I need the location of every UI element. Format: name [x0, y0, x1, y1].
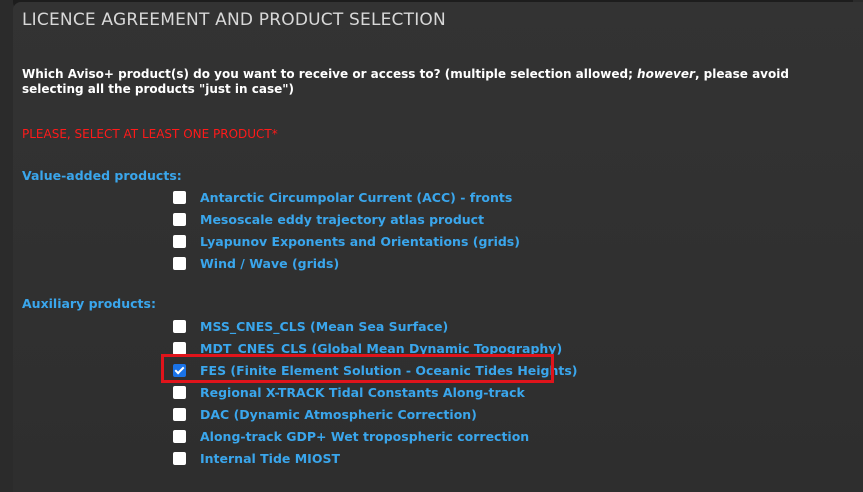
- checkbox[interactable]: [173, 234, 186, 248]
- checkbox[interactable]: [173, 407, 186, 421]
- option-wind-wave[interactable]: Wind / Wave (grids): [173, 254, 339, 272]
- question-emphasis: however: [637, 67, 695, 81]
- value-added-group-label: Value-added products:: [22, 168, 182, 183]
- auxiliary-group-label: Auxiliary products:: [22, 296, 156, 311]
- option-label[interactable]: Internal Tide MIOST: [200, 451, 340, 466]
- option-dac[interactable]: DAC (Dynamic Atmospheric Correction): [173, 405, 477, 423]
- option-label[interactable]: MSS_CNES_CLS (Mean Sea Surface): [200, 319, 448, 334]
- option-label[interactable]: Wind / Wave (grids): [200, 256, 339, 271]
- product-question: Which Aviso+ product(s) do you want to r…: [22, 67, 842, 97]
- checkbox[interactable]: [173, 341, 186, 355]
- checkbox[interactable]: [173, 319, 186, 333]
- option-label[interactable]: Regional X-TRACK Tidal Constants Along-t…: [200, 385, 525, 400]
- option-internal-tide-miost[interactable]: Internal Tide MIOST: [173, 449, 340, 467]
- option-label[interactable]: Mesoscale eddy trajectory atlas product: [200, 212, 484, 227]
- selection-warning: PLEASE, SELECT AT LEAST ONE PRODUCT*: [22, 127, 278, 141]
- option-label[interactable]: Antarctic Circumpolar Current (ACC) - fr…: [200, 190, 512, 205]
- option-label[interactable]: Lyapunov Exponents and Orientations (gri…: [200, 234, 520, 249]
- selection-highlight-box: [161, 354, 554, 383]
- option-eddy-trajectory-atlas[interactable]: Mesoscale eddy trajectory atlas product: [173, 210, 484, 228]
- checkbox[interactable]: [173, 429, 186, 443]
- option-acc-fronts[interactable]: Antarctic Circumpolar Current (ACC) - fr…: [173, 188, 512, 206]
- checkbox[interactable]: [173, 451, 186, 465]
- option-mss-cnes-cls[interactable]: MSS_CNES_CLS (Mean Sea Surface): [173, 317, 448, 335]
- option-regional-x-track[interactable]: Regional X-TRACK Tidal Constants Along-t…: [173, 383, 525, 401]
- option-lyapunov-exponents[interactable]: Lyapunov Exponents and Orientations (gri…: [173, 232, 520, 250]
- checkbox[interactable]: [173, 190, 186, 204]
- option-label[interactable]: Along-track GDP+ Wet tropospheric correc…: [200, 429, 529, 444]
- checkbox[interactable]: [173, 256, 186, 270]
- section-title: LICENCE AGREEMENT AND PRODUCT SELECTION: [22, 10, 446, 30]
- option-gdp-wet-tropo[interactable]: Along-track GDP+ Wet tropospheric correc…: [173, 427, 529, 445]
- checkbox[interactable]: [173, 385, 186, 399]
- question-text-start: Which Aviso+ product(s) do you want to r…: [22, 67, 638, 81]
- checkbox[interactable]: [173, 212, 186, 226]
- option-label[interactable]: DAC (Dynamic Atmospheric Correction): [200, 407, 477, 422]
